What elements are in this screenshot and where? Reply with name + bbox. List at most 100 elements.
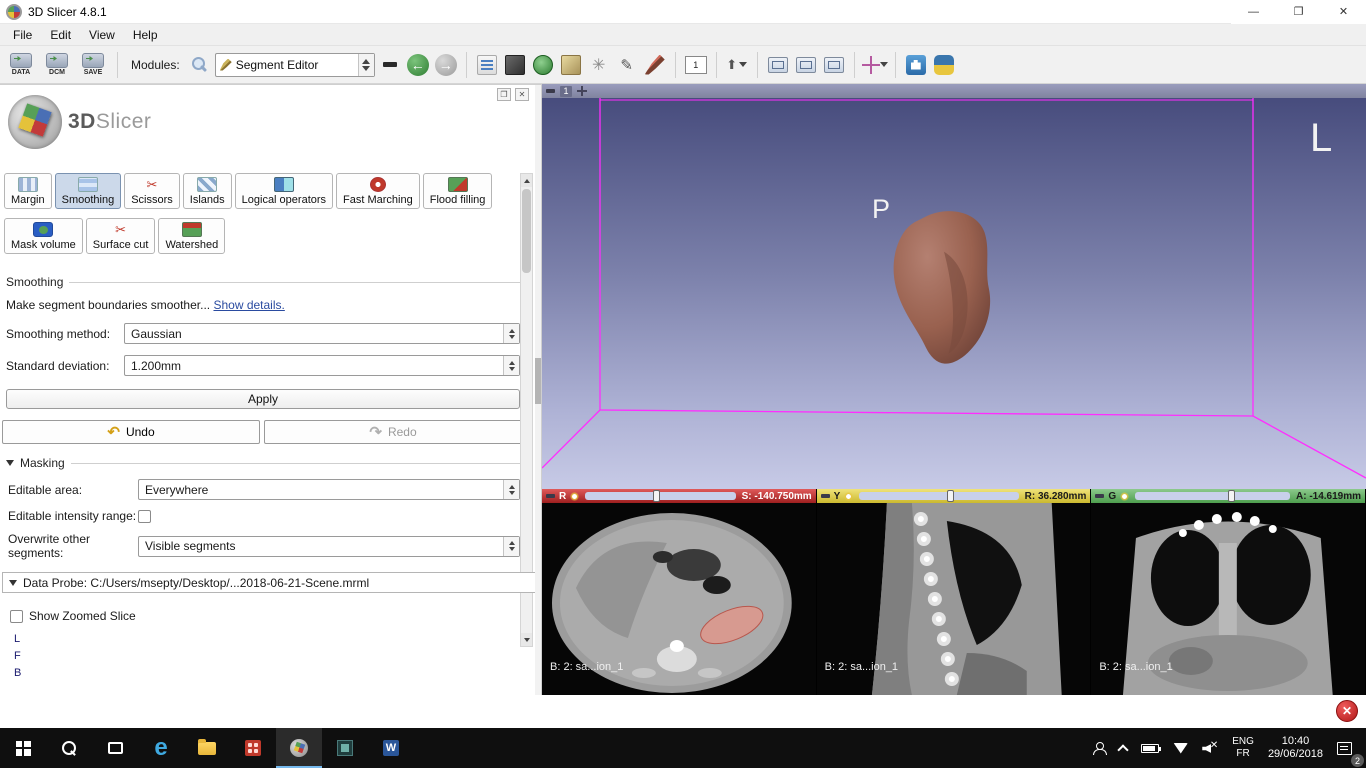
data-probe-header[interactable]: Data Probe: C:/Users/msepty/Desktop/...2… — [2, 572, 536, 593]
language-selector[interactable]: ENG FR — [1225, 728, 1261, 768]
scene-restore-button[interactable] — [821, 52, 847, 78]
undo-button[interactable]: ↶ Undo — [2, 420, 260, 444]
crosshair-button[interactable] — [862, 52, 888, 78]
show-hidden-icons-button[interactable] — [1112, 728, 1134, 768]
effect-mask-volume-button[interactable]: Mask volume — [4, 218, 83, 254]
module-combo-arrows[interactable] — [358, 54, 374, 76]
menu-file[interactable]: File — [4, 26, 41, 44]
action-center-button[interactable]: 2 — [1330, 728, 1366, 768]
masking-header[interactable]: Masking — [6, 456, 520, 470]
effect-smoothing-button[interactable]: Smoothing — [55, 173, 122, 209]
maximize-button[interactable]: ❐ — [1276, 0, 1321, 24]
load-data-button[interactable]: DATA — [4, 49, 38, 81]
show-zoomed-slice-checkbox[interactable] — [10, 610, 23, 623]
volume-status[interactable]: ✕ — [1195, 728, 1225, 768]
intensity-range-checkbox[interactable] — [138, 510, 151, 523]
minimize-button[interactable]: — — [1231, 0, 1276, 24]
yellow-slice-controller[interactable]: Y R: 36.280mm — [817, 489, 1091, 503]
module-search-button[interactable] — [187, 52, 213, 78]
screenshot-button[interactable] — [765, 52, 791, 78]
outer-scrollbar-thumb[interactable] — [535, 358, 541, 404]
axial-ct-image[interactable]: B: 2: sa...ion_1 — [542, 503, 816, 695]
apply-button[interactable]: Apply — [6, 389, 520, 409]
segment-editor-module-button[interactable] — [642, 52, 668, 78]
panel-close-button[interactable]: ✕ — [515, 88, 529, 101]
effect-logical-operators-button[interactable]: Logical operators — [235, 173, 333, 209]
people-button[interactable] — [1086, 728, 1112, 768]
smoothing-method-combobox[interactable]: Gaussian — [124, 323, 520, 344]
effect-islands-button[interactable]: Islands — [183, 173, 232, 209]
threed-view[interactable]: P L — [542, 98, 1366, 489]
visibility-icon[interactable] — [570, 492, 579, 501]
close-notification-button[interactable]: ✕ — [1336, 700, 1358, 722]
combo-arrows[interactable] — [503, 480, 519, 499]
slider-thumb[interactable] — [1228, 490, 1235, 502]
editable-area-combobox[interactable]: Everywhere — [138, 479, 520, 500]
volumes-module-button[interactable] — [502, 52, 528, 78]
green-slice-slider[interactable] — [1135, 492, 1290, 500]
red-app-taskbar-button[interactable] — [230, 728, 276, 768]
scroll-down-button[interactable] — [521, 633, 532, 646]
overwrite-combobox[interactable]: Visible segments — [138, 536, 520, 557]
extensions-manager-button[interactable] — [903, 52, 929, 78]
module-selector-combobox[interactable]: Segment Editor — [215, 53, 375, 77]
visibility-icon[interactable] — [1120, 492, 1129, 501]
python-console-button[interactable] — [931, 52, 957, 78]
scroll-up-button[interactable] — [521, 174, 532, 187]
network-status[interactable] — [1166, 728, 1195, 768]
slicer-taskbar-button[interactable] — [276, 728, 322, 768]
effect-margin-button[interactable]: Margin — [4, 173, 52, 209]
menu-view[interactable]: View — [80, 26, 124, 44]
stddev-spinbox[interactable]: 1.200mm — [124, 355, 520, 376]
visibility-icon[interactable] — [844, 492, 853, 501]
annotations-module-button[interactable]: ✳ — [586, 52, 612, 78]
effect-fast-marching-button[interactable]: Fast Marching — [336, 173, 420, 209]
editor-module-button[interactable]: ✎ — [614, 52, 640, 78]
task-view-button[interactable] — [92, 728, 138, 768]
scene-view-button[interactable] — [793, 52, 819, 78]
panel-outer-scrollbar[interactable] — [535, 85, 541, 695]
panel-float-button[interactable]: ❐ — [497, 88, 511, 101]
show-details-link[interactable]: Show details. — [213, 298, 284, 312]
forward-button[interactable]: → — [433, 52, 459, 78]
battery-status[interactable] — [1134, 728, 1166, 768]
slider-thumb[interactable] — [653, 490, 660, 502]
spinbox-arrows[interactable] — [503, 356, 519, 375]
coronal-ct-image[interactable]: B: 2: sa...ion_1 — [1091, 503, 1365, 695]
scrollbar-thumb[interactable] — [522, 189, 531, 273]
yellow-slice-slider[interactable] — [859, 492, 1018, 500]
combo-arrows[interactable] — [503, 324, 519, 343]
models-module-button[interactable] — [530, 52, 556, 78]
menu-edit[interactable]: Edit — [41, 26, 80, 44]
close-button[interactable]: ✕ — [1321, 0, 1366, 24]
green-slice-controller[interactable]: G A: -14.619mm — [1091, 489, 1365, 503]
scissors-icon: ✂ — [142, 177, 162, 192]
view3d-controller-bar[interactable]: 1 — [542, 84, 1366, 98]
effect-scissors-button[interactable]: ✂ Scissors — [124, 173, 180, 209]
red-slice-slider[interactable] — [585, 492, 735, 500]
save-button[interactable]: SAVE — [76, 49, 110, 81]
sagittal-ct-image[interactable]: B: 2: sa...ion_1 — [817, 503, 1091, 695]
data-module-button[interactable] — [474, 52, 500, 78]
slider-thumb[interactable] — [947, 490, 954, 502]
dark-app-taskbar-button[interactable] — [322, 728, 368, 768]
taskbar-clock[interactable]: 10:40 29/06/2018 — [1261, 728, 1330, 768]
menu-help[interactable]: Help — [124, 26, 167, 44]
file-explorer-taskbar-button[interactable] — [184, 728, 230, 768]
effect-watershed-button[interactable]: Watershed — [158, 218, 225, 254]
word-taskbar-button[interactable]: W — [368, 728, 414, 768]
combo-arrows[interactable] — [503, 537, 519, 556]
effect-surface-cut-button[interactable]: ✂ Surface cut — [86, 218, 156, 254]
effect-flood-filling-button[interactable]: Flood filling — [423, 173, 493, 209]
back-button[interactable]: ← — [405, 52, 431, 78]
module-history-button[interactable] — [377, 52, 403, 78]
mouse-mode-button[interactable]: ⬆ — [724, 52, 750, 78]
transforms-module-button[interactable] — [558, 52, 584, 78]
layout-selector-button[interactable]: 1 — [683, 52, 709, 78]
taskbar-search-button[interactable] — [46, 728, 92, 768]
start-button[interactable] — [0, 728, 46, 768]
load-dicom-button[interactable]: DCM — [40, 49, 74, 81]
redo-button[interactable]: ↷ Redo — [264, 420, 522, 444]
red-slice-controller[interactable]: R S: -140.750mm — [542, 489, 816, 503]
edge-taskbar-button[interactable]: e — [138, 728, 184, 768]
